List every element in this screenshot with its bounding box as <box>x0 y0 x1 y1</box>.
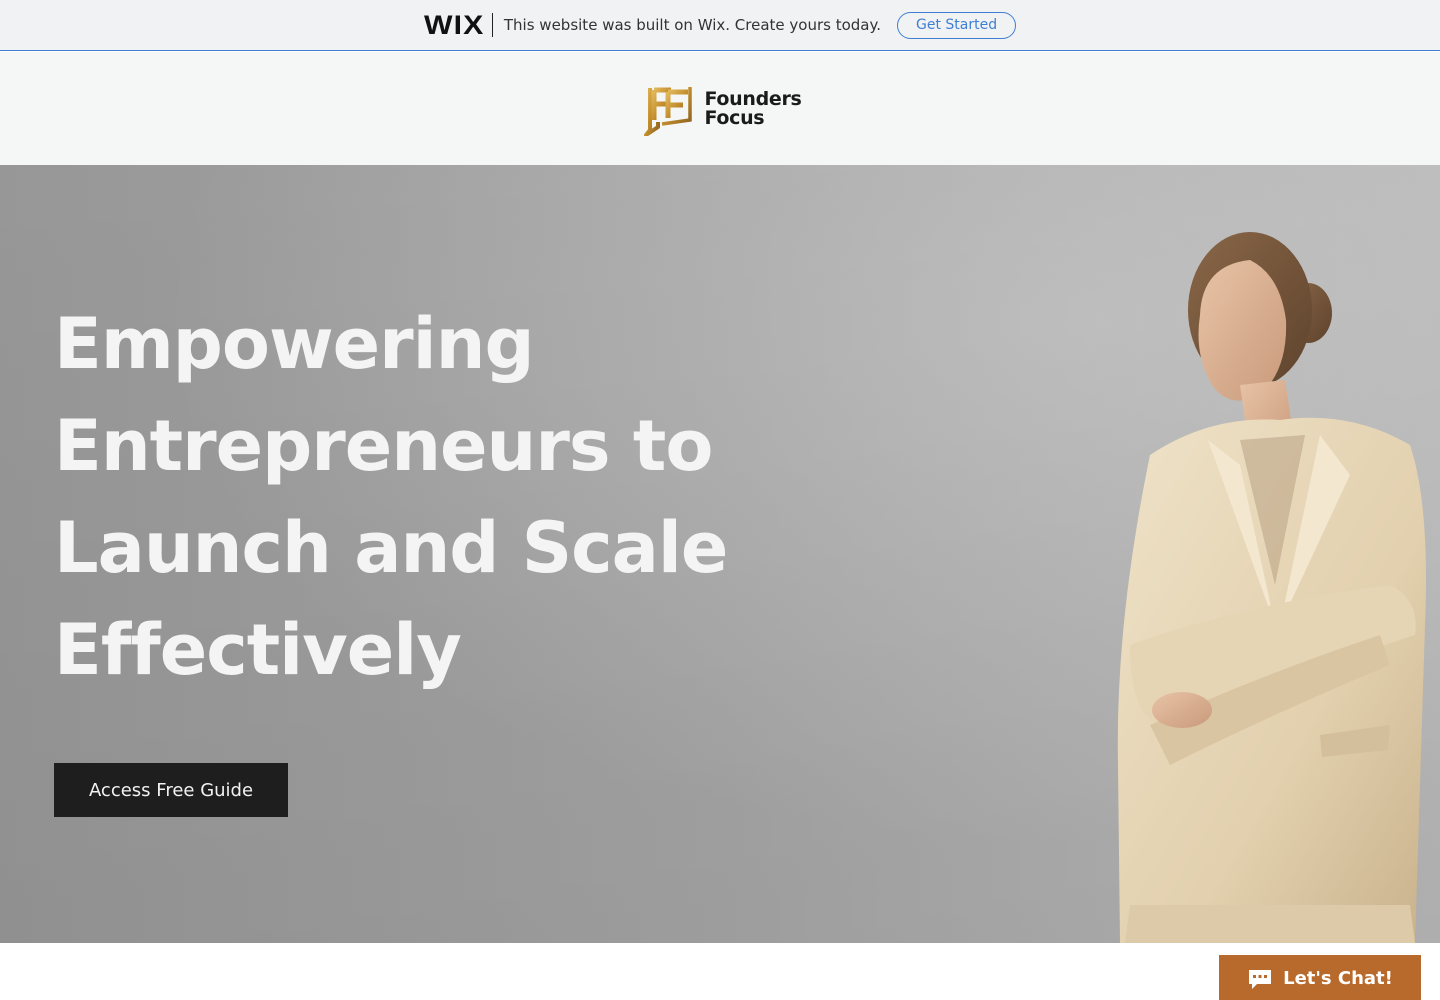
lets-chat-button[interactable]: Let's Chat! <box>1219 955 1421 1000</box>
wix-divider <box>491 13 493 37</box>
hero-section: Empowering Entrepreneurs to Launch and S… <box>0 165 1440 943</box>
wix-logo[interactable]: WIX <box>424 10 484 41</box>
chat-bubble-icon <box>1249 969 1272 989</box>
get-started-button[interactable]: Get Started <box>896 11 1017 39</box>
access-free-guide-button[interactable]: Access Free Guide <box>54 763 288 817</box>
brand-name-line2: Focus <box>704 106 765 129</box>
hero-title-line: Empowering <box>54 303 535 385</box>
site-header: Founders Focus <box>0 52 1440 165</box>
brand-name-line1: Founders <box>704 87 802 110</box>
lets-chat-label: Let's Chat! <box>1283 968 1393 989</box>
wix-banner: WIX This website was built on Wix. Creat… <box>0 0 1440 51</box>
woman-in-beige-suit-photo <box>1117 232 1426 943</box>
hero-title-line: Effectively <box>54 609 462 691</box>
wix-banner-message: This website was built on Wix. Create yo… <box>503 16 881 34</box>
hero-title-line: Entrepreneurs to <box>54 405 713 487</box>
hero-title: Empowering Entrepreneurs to Launch and S… <box>54 293 774 701</box>
founders-focus-monogram-icon <box>644 86 693 136</box>
brand-name: Founders Focus <box>704 87 802 129</box>
hero-title-line: Launch and Scale <box>54 507 728 589</box>
brand-logo[interactable]: Founders Focus <box>644 82 802 136</box>
